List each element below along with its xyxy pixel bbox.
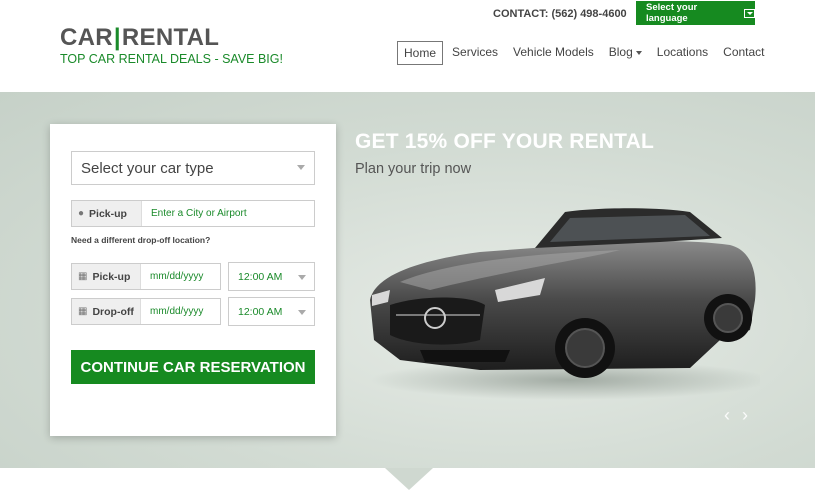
continue-reservation-button[interactable]: CONTINUE CAR RESERVATION xyxy=(71,350,315,384)
dropoff-date-input[interactable]: mm/dd/yyyy xyxy=(141,299,203,324)
main-nav: Home Services Vehicle Models Blog Locati… xyxy=(397,41,774,65)
dropoff-location-link[interactable]: Need a different drop-off location? xyxy=(71,235,210,245)
pickup-location-label: ● Pick-up xyxy=(72,201,142,226)
logo[interactable]: CAR|RENTAL xyxy=(60,24,219,52)
caret-down-icon xyxy=(635,50,642,55)
site-header: CAR|RENTAL TOP CAR RENTAL DEALS - SAVE B… xyxy=(0,0,815,92)
dropoff-date-field[interactable]: ▦ Drop-off mm/dd/yyyy xyxy=(71,298,221,325)
pickup-date-field[interactable]: ▦ Pick-up mm/dd/yyyy xyxy=(71,263,221,290)
language-label: Select your language xyxy=(646,2,698,24)
dropoff-time-value: 12:00 AM xyxy=(238,305,283,318)
nav-blog-label: Blog xyxy=(608,45,633,59)
pickup-label-text: Pick-up xyxy=(89,207,127,220)
dropoff-time-select[interactable]: 12:00 AM xyxy=(228,297,315,326)
pickup-date-label-text: Pick-up xyxy=(92,270,131,283)
car-type-select[interactable]: Select your car type xyxy=(71,151,315,185)
car-type-placeholder: Select your car type xyxy=(81,159,214,177)
tagline: TOP CAR RENTAL DEALS - SAVE BIG! xyxy=(60,52,283,66)
car-image xyxy=(370,208,760,400)
calendar-icon: ▦ xyxy=(78,271,88,282)
language-select-button[interactable]: Select your language xyxy=(636,1,755,25)
chevron-right-icon[interactable]: › xyxy=(742,406,754,424)
chevron-down-icon xyxy=(298,275,306,280)
chevron-left-icon[interactable]: ‹ xyxy=(724,406,736,424)
nav-services[interactable]: Services xyxy=(446,41,504,65)
nav-vehicle-models[interactable]: Vehicle Models xyxy=(507,41,600,65)
pickup-date-label: ▦ Pick-up xyxy=(72,264,141,289)
dropdown-icon xyxy=(744,8,755,18)
pickup-time-value: 12:00 AM xyxy=(238,270,283,283)
calendar-icon: ▦ xyxy=(78,306,88,317)
nav-contact[interactable]: Contact xyxy=(717,41,770,65)
chevron-down-icon xyxy=(297,165,305,170)
slider-arrows: ‹ › xyxy=(724,406,754,424)
pickup-location-input[interactable]: Enter a City or Airport xyxy=(142,201,247,226)
logo-right: RENTAL xyxy=(121,24,220,51)
pickup-date-input[interactable]: mm/dd/yyyy xyxy=(141,264,203,289)
dropoff-date-label: ▦ Drop-off xyxy=(72,299,141,324)
nav-blog[interactable]: Blog xyxy=(603,41,648,65)
pickup-location-field[interactable]: ● Pick-up Enter a City or Airport xyxy=(71,200,315,227)
nav-locations[interactable]: Locations xyxy=(651,41,714,65)
hero-notch xyxy=(385,468,433,490)
promo-subtitle: Plan your trip now xyxy=(355,161,472,177)
reservation-form: Select your car type ● Pick-up Enter a C… xyxy=(50,124,336,436)
pickup-time-select[interactable]: 12:00 AM xyxy=(228,262,315,291)
promo-title: GET 15% OFF YOUR RENTAL xyxy=(355,130,655,153)
nav-home[interactable]: Home xyxy=(397,41,444,65)
logo-left: CAR xyxy=(60,24,113,51)
map-pin-icon: ● xyxy=(78,208,85,219)
logo-separator: | xyxy=(113,24,121,51)
contact-phone: CONTACT: (562) 498-4600 xyxy=(493,8,627,20)
chevron-down-icon xyxy=(298,310,306,315)
dropoff-date-label-text: Drop-off xyxy=(92,305,134,318)
